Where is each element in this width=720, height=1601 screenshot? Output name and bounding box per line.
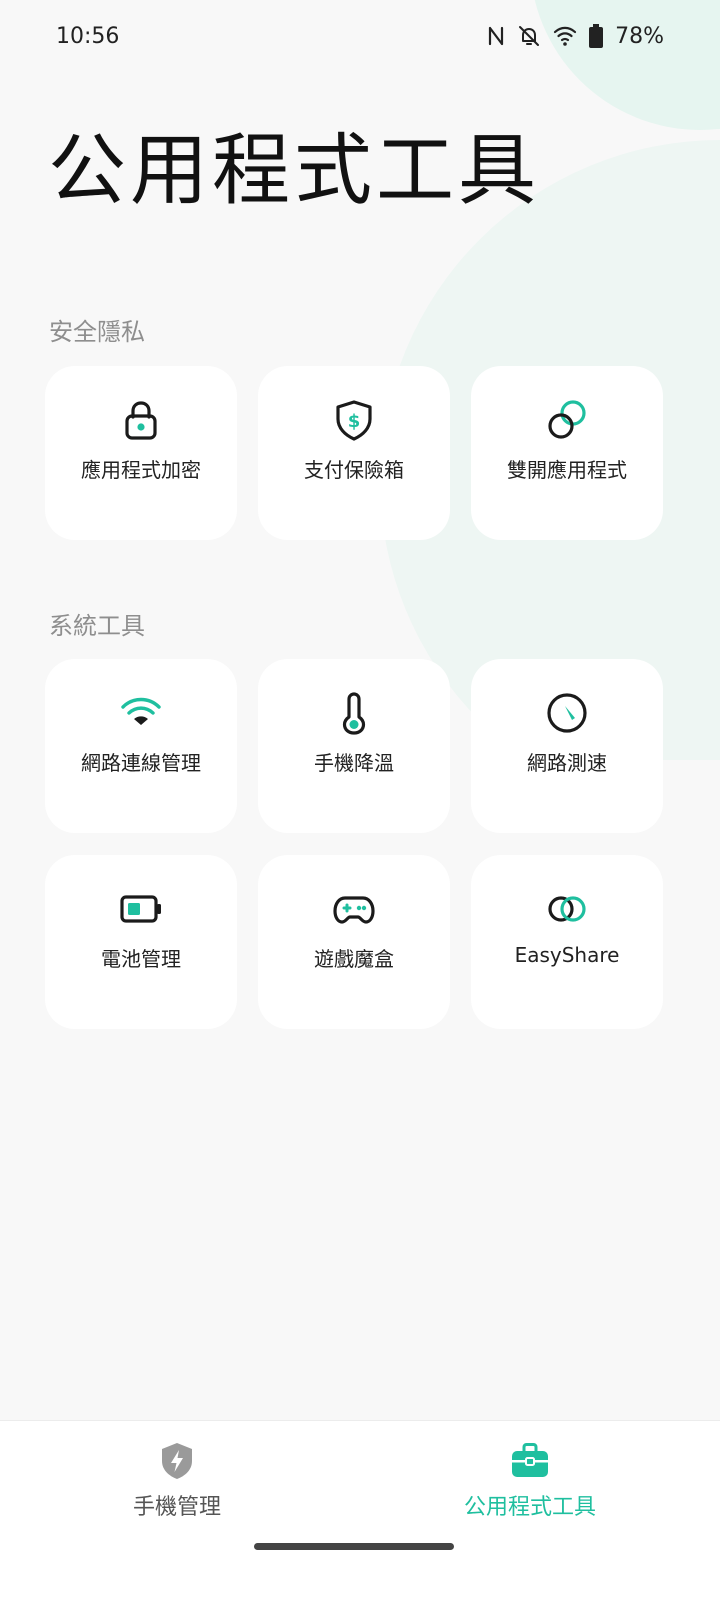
bell-off-icon [519,26,540,46]
status-bar: 10:56 78% [0,0,720,72]
wifi-icon [121,697,161,725]
status-time: 10:56 [56,23,120,49]
tile-label: 支付保險箱 [304,458,404,482]
tile-label: 遊戲魔盒 [314,947,394,971]
section-label-security: 安全隱私 [49,318,145,346]
tile-battery-manager[interactable]: 電池管理 [45,855,237,1029]
tile-label: 應用程式加密 [81,458,201,482]
tile-label: 網路連線管理 [81,751,201,775]
nav-label: 手機管理 [132,1495,221,1520]
home-indicator[interactable] [254,1543,454,1550]
nav-utility-tools[interactable]: 公用程式工具 [430,1441,630,1521]
tile-network-manager[interactable]: 網路連線管理 [45,659,237,833]
bottom-nav: 手機管理 公用程式工具 [0,1420,720,1601]
nfc-icon [488,26,504,46]
shield-bolt-icon [162,1443,192,1479]
wifi-icon [553,26,577,46]
tile-easyshare[interactable]: EasyShare [471,855,663,1029]
tile-label: EasyShare [514,943,620,967]
toolbox-icon [512,1443,548,1477]
nav-phone-manager[interactable]: 手機管理 [77,1441,277,1521]
tile-label: 手機降溫 [314,751,394,775]
tile-label: 網路測速 [527,751,607,775]
page-title: 公用程式工具 [48,126,541,216]
battery-icon [589,24,604,48]
tile-dual-apps[interactable]: 雙開應用程式 [471,366,663,540]
gamepad-icon [333,896,375,924]
tile-payment-vault[interactable]: $ 支付保險箱 [258,366,450,540]
lock-icon [125,401,157,440]
tile-app-lock[interactable]: 應用程式加密 [45,366,237,540]
battery-icon [120,895,161,923]
tile-label: 雙開應用程式 [507,458,627,482]
battery-percent: 78% [615,23,664,49]
speedometer-icon [547,693,587,733]
dual-circle-icon [548,400,586,439]
nav-label: 公用程式工具 [463,1495,596,1520]
tile-speed-test[interactable]: 網路測速 [471,659,663,833]
tile-label: 電池管理 [101,947,181,971]
link-circles-icon [548,896,586,922]
status-icons: 78% [487,24,664,49]
tile-game-box[interactable]: 遊戲魔盒 [258,855,450,1029]
shield-dollar-icon: $ [336,400,372,441]
thermometer-icon [342,692,366,735]
section-label-system-tools: 系統工具 [49,612,145,640]
tile-phone-cooling[interactable]: 手機降溫 [258,659,450,833]
svg-text:$: $ [348,411,361,432]
